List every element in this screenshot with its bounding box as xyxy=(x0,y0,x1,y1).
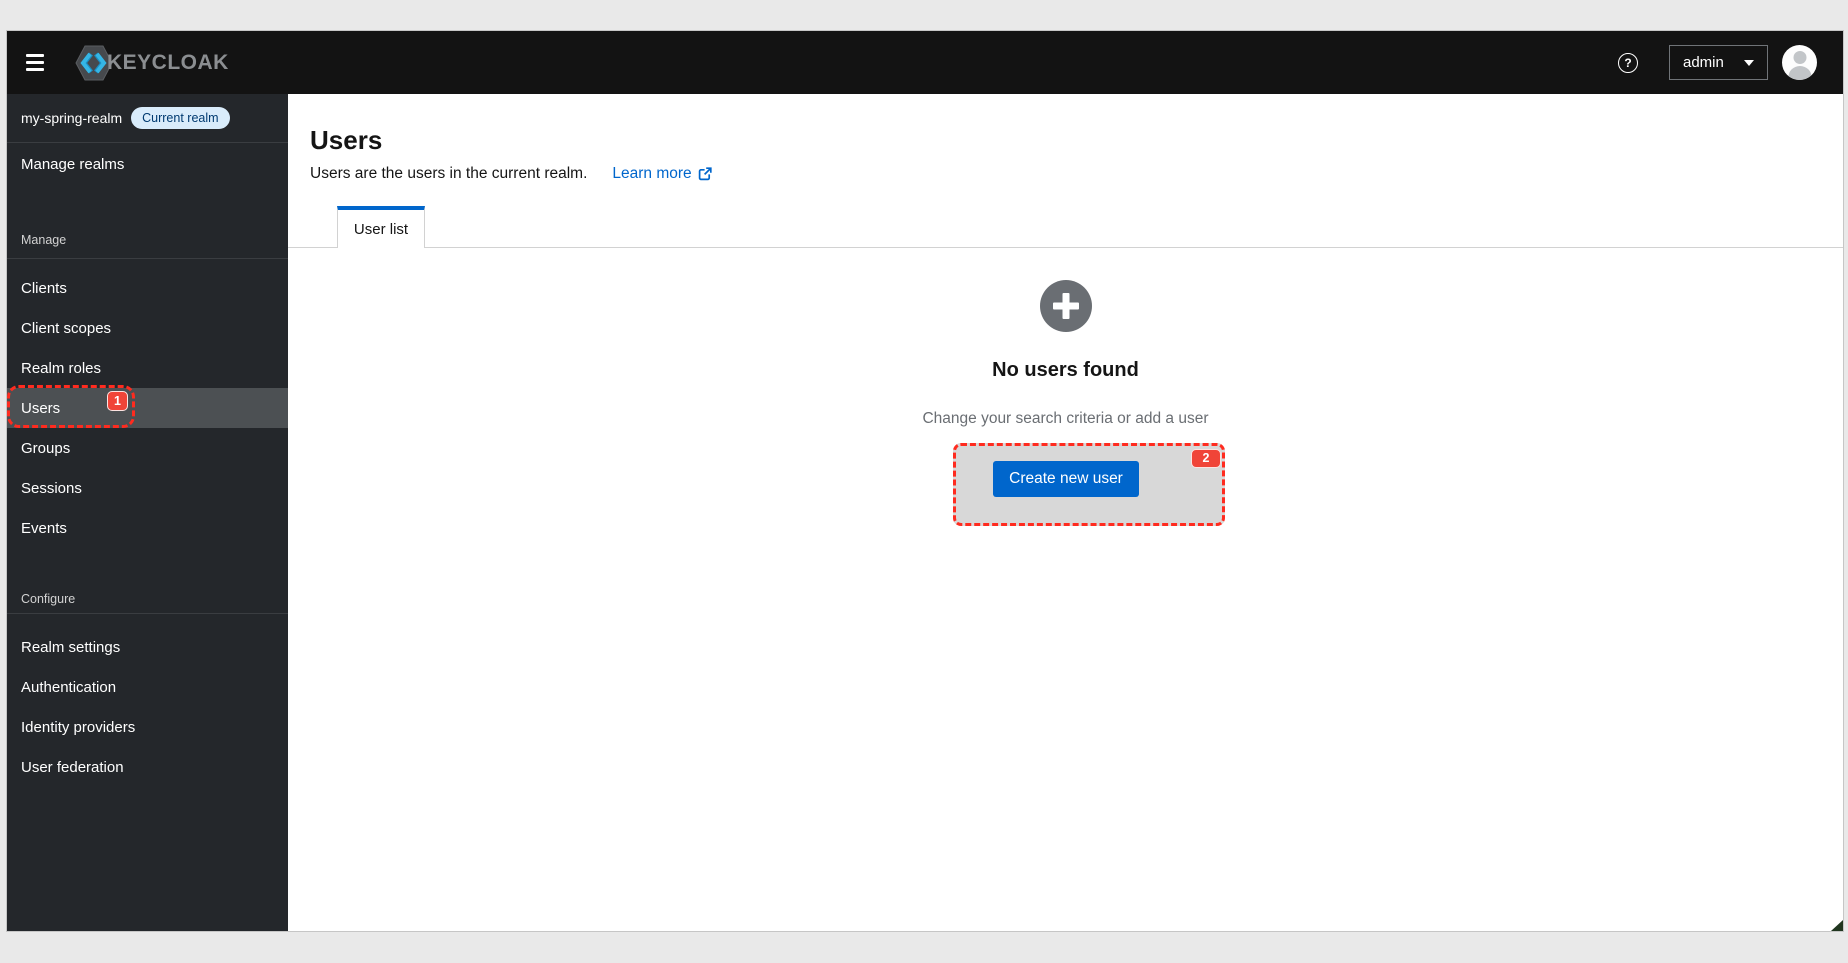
create-new-user-button[interactable]: Create new user xyxy=(993,461,1139,497)
current-realm-badge: Current realm xyxy=(131,107,229,129)
masthead-actions: ? admin xyxy=(1618,45,1817,80)
sidebar-item-client-scopes[interactable]: Client scopes xyxy=(7,308,288,348)
brand-text: KEYCLOAK xyxy=(107,51,229,75)
help-button[interactable]: ? xyxy=(1618,53,1638,73)
sidebar-item-events[interactable]: Events xyxy=(7,508,288,548)
sidebar-section-configure: Configure xyxy=(7,591,288,607)
external-link-icon xyxy=(698,167,712,181)
resize-corner-icon xyxy=(1831,920,1843,931)
sidebar-item-identity-providers[interactable]: Identity providers xyxy=(7,707,288,747)
divider xyxy=(7,258,288,259)
tab-bar: User list xyxy=(288,206,1843,248)
sidebar-item-realm-roles[interactable]: Realm roles xyxy=(7,348,288,388)
realm-name: my-spring-realm xyxy=(21,110,122,126)
avatar-icon xyxy=(1793,51,1806,64)
sidebar-item-clients[interactable]: Clients xyxy=(7,268,288,308)
user-menu-label: admin xyxy=(1683,54,1724,71)
masthead: KEYCLOAK ? admin xyxy=(7,31,1843,94)
user-menu-dropdown[interactable]: admin xyxy=(1669,45,1768,80)
sidebar-item-users[interactable]: Users xyxy=(7,388,288,428)
sidebar-item-groups[interactable]: Groups xyxy=(7,428,288,468)
sidebar-item-sessions[interactable]: Sessions xyxy=(7,468,288,508)
sidebar-item-manage-realms[interactable]: Manage realms xyxy=(7,143,288,186)
page-description: Users are the users in the current realm… xyxy=(310,163,587,185)
page-description-row: Users are the users in the current realm… xyxy=(310,163,712,185)
caret-down-icon xyxy=(1744,60,1754,66)
sidebar-nav-manage: Clients Client scopes Realm roles Users … xyxy=(7,268,288,548)
main-content: Users Users are the users in the current… xyxy=(288,94,1843,931)
sidebar-item-authentication[interactable]: Authentication xyxy=(7,667,288,707)
hamburger-icon xyxy=(26,54,44,57)
annotation-region-2: Create new user 2 xyxy=(953,443,1225,526)
sidebar-item-realm-settings[interactable]: Realm settings xyxy=(7,627,288,667)
plus-circle-icon xyxy=(1040,280,1092,332)
help-icon: ? xyxy=(1624,56,1631,70)
keycloak-logo[interactable]: KEYCLOAK xyxy=(73,41,229,85)
app-window: KEYCLOAK ? admin my-spring-realm Current… xyxy=(7,31,1843,931)
learn-more-link[interactable]: Learn more xyxy=(612,163,711,185)
sidebar-item-user-federation[interactable]: User federation xyxy=(7,747,288,787)
sidebar-toggle-button[interactable] xyxy=(19,47,51,79)
page-title: Users xyxy=(310,126,382,155)
empty-state-description: Change your search criteria or add a use… xyxy=(288,408,1843,430)
empty-state-title: No users found xyxy=(288,359,1843,382)
sidebar-nav-configure: Realm settings Authentication Identity p… xyxy=(7,627,288,787)
sidebar: my-spring-realm Current realm Manage rea… xyxy=(7,94,288,931)
user-avatar[interactable] xyxy=(1782,45,1817,80)
annotation-badge-2: 2 xyxy=(1191,449,1221,468)
divider xyxy=(7,613,288,614)
sidebar-section-manage: Manage xyxy=(7,232,288,248)
realm-switcher[interactable]: my-spring-realm Current realm xyxy=(7,94,288,143)
tab-user-list[interactable]: User list xyxy=(337,206,425,248)
